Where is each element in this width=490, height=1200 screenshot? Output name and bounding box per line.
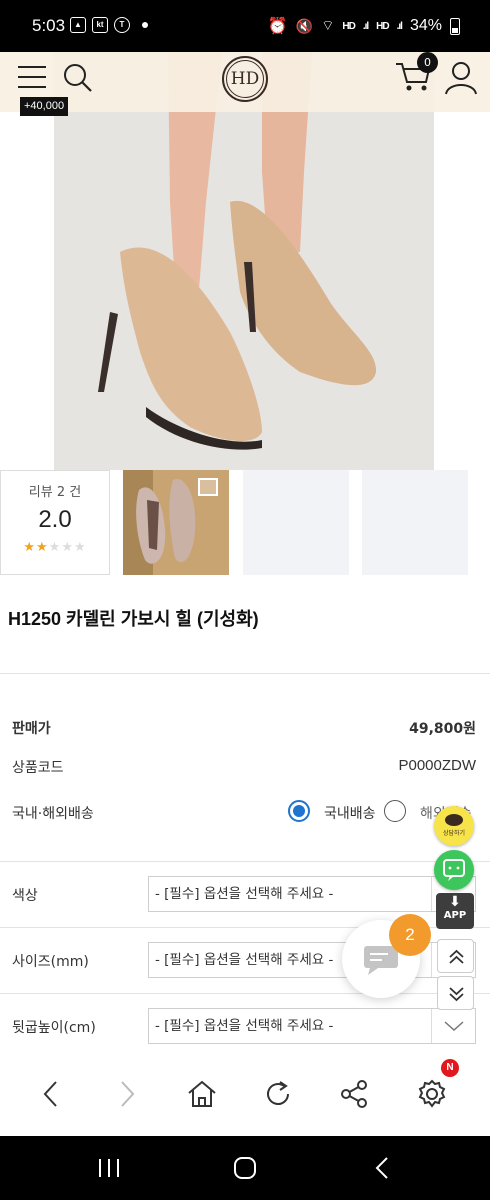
- signal-bars-icon-2: .ıl: [396, 20, 403, 32]
- option-label-heel-height: 뒷굽높이(cm): [12, 1020, 96, 1036]
- star-empty-icon: ★: [73, 540, 87, 555]
- talk-icon: T: [114, 17, 130, 33]
- android-navigation-bar: [0, 1136, 490, 1200]
- product-title: H1250 카델린 가보시 힐 (기성화): [8, 609, 259, 629]
- review-score: 2.0: [38, 506, 72, 533]
- talk-chat-button[interactable]: [434, 850, 474, 890]
- refresh-icon: [267, 1081, 289, 1105]
- hamburger-menu-icon[interactable]: [18, 66, 46, 92]
- star-filled-icon: ★: [23, 540, 37, 555]
- logo-text: HD: [226, 60, 264, 98]
- shipping-international-radio[interactable]: [384, 800, 406, 822]
- home-nav-icon[interactable]: [233, 1156, 257, 1180]
- double-chevron-down-icon: [449, 987, 464, 1002]
- share-button[interactable]: [334, 1074, 374, 1114]
- forward-button[interactable]: [106, 1074, 146, 1114]
- shipping-label: 국내·해외배송: [12, 806, 94, 822]
- app-label: APP: [443, 910, 467, 921]
- price-value: 49,800원: [409, 721, 476, 737]
- status-time: 5:03: [32, 16, 66, 35]
- mute-icon: 🔇: [295, 17, 314, 34]
- option-label-color: 색상: [12, 888, 38, 904]
- price-label: 판매가: [12, 721, 51, 737]
- app-download-button[interactable]: ⬇ APP: [436, 893, 474, 929]
- gallery-icon: ▲: [70, 17, 86, 33]
- back-nav-icon[interactable]: [372, 1156, 392, 1180]
- chat-unread-badge: 2: [389, 914, 431, 956]
- status-bar: 5:03 ▲ kt T ⏰ 🔇 ⌔ HD .ıl HD .ıl 34%: [0, 0, 490, 52]
- battery-icon: [450, 17, 460, 35]
- product-code-label: 상품코드: [12, 760, 64, 776]
- settings-new-badge: N: [441, 1059, 459, 1077]
- download-arrow-icon: ⬇: [449, 894, 461, 910]
- scroll-bottom-button[interactable]: [437, 976, 474, 1010]
- divider: [0, 673, 490, 674]
- shipping-domestic-radio[interactable]: [288, 800, 310, 822]
- kakao-consult-label: 상담하기: [442, 830, 466, 837]
- review-count: 리뷰 2 건: [28, 485, 82, 500]
- user-icon[interactable]: [444, 60, 478, 96]
- kt-icon: kt: [92, 17, 108, 33]
- signal-icon-1: HD: [342, 20, 355, 32]
- chevron-left-icon: [43, 1081, 57, 1107]
- divider: [0, 861, 490, 862]
- settings-button[interactable]: [412, 1074, 452, 1114]
- home-button[interactable]: [182, 1074, 222, 1114]
- product-main-image[interactable]: [0, 52, 490, 470]
- product-code-value: P0000ZDW: [398, 757, 476, 774]
- notification-dot-icon: [142, 22, 148, 28]
- option-select-heel-value: - [필수] 옵션을 선택해 주세요 -: [155, 1018, 334, 1034]
- chevron-down-icon: [431, 1009, 475, 1043]
- star-filled-icon: ★: [36, 540, 49, 555]
- wifi-icon: ⌔: [321, 17, 335, 33]
- cart-count-badge: 0: [417, 52, 438, 73]
- chevron-right-icon: [121, 1081, 135, 1107]
- recent-apps-icon[interactable]: [96, 1156, 122, 1180]
- star-empty-icon: ★: [61, 540, 74, 555]
- option-select-size-value: - [필수] 옵션을 선택해 주세요 -: [155, 952, 334, 968]
- option-label-size: 사이즈(mm): [12, 954, 89, 970]
- back-button[interactable]: [32, 1074, 72, 1114]
- alarm-icon: ⏰: [267, 18, 288, 35]
- home-icon: [188, 1080, 216, 1107]
- gear-icon: [418, 1079, 446, 1108]
- points-badge: +40,000: [20, 97, 69, 116]
- kakao-consult-button[interactable]: 상담하기: [434, 806, 474, 846]
- option-select-color-value: - [필수] 옵션을 선택해 주세요 -: [155, 886, 334, 902]
- chat-bubble-icon: [443, 859, 465, 881]
- browser-toolbar: [0, 1058, 490, 1136]
- review-summary[interactable]: 리뷰 2 건 2.0 ★★★★★: [0, 470, 110, 575]
- rating-stars: ★★★★★: [1, 540, 109, 555]
- thumbnail-empty-2[interactable]: [362, 470, 468, 575]
- battery-level: 34%: [409, 17, 442, 34]
- thumbnail-empty-1[interactable]: [243, 470, 349, 575]
- option-select-heel-height[interactable]: - [필수] 옵션을 선택해 주세요 -: [148, 1008, 476, 1044]
- shipping-domestic-label[interactable]: 국내배송: [324, 803, 376, 823]
- option-select-color[interactable]: - [필수] 옵션을 선택해 주세요 -: [148, 876, 476, 912]
- refresh-button[interactable]: [258, 1074, 298, 1114]
- star-empty-icon: ★: [48, 540, 62, 555]
- signal-bars-icon: .ıl: [362, 20, 369, 32]
- shoe-photo: [54, 52, 434, 470]
- share-icon: [341, 1080, 367, 1108]
- double-chevron-up-icon: [449, 949, 464, 964]
- scroll-top-button[interactable]: [437, 939, 474, 973]
- signal-icon-2: HD: [376, 20, 389, 32]
- search-icon[interactable]: [62, 62, 94, 94]
- brand-logo[interactable]: HD: [222, 56, 268, 102]
- thumbnail-select-checkbox-icon[interactable]: [198, 478, 218, 496]
